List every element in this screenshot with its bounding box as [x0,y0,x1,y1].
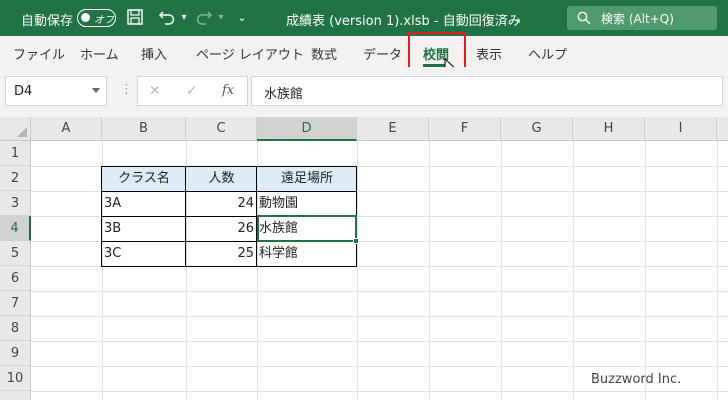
column-header-c[interactable]: C [186,117,257,141]
tab-file[interactable]: ファイル [13,44,65,63]
name-box[interactable]: D4 [5,76,107,106]
table-cell[interactable]: 24 [186,191,257,216]
row-header-5[interactable]: 5 [0,241,31,266]
active-cell-selection[interactable] [257,215,357,242]
column-header-b[interactable]: B [102,117,186,141]
row-header-3[interactable]: 3 [0,191,31,216]
search-placeholder: 検索 (Alt+Q) [601,12,674,26]
column-header-g[interactable]: G [501,117,573,141]
gridline [31,391,728,392]
cancel-icon[interactable]: ✕ [149,83,161,99]
autosave-label: 自動保存 [21,14,74,29]
gridline [717,141,718,400]
tab-page-layout[interactable]: ページ レイアウト [196,44,304,63]
row-header-9[interactable]: 9 [0,341,31,366]
table-cell[interactable]: 3C [102,241,186,266]
row-header-1[interactable]: 1 [0,141,31,166]
table-border [101,166,357,167]
column-header-f[interactable]: F [429,117,501,141]
spreadsheet-grid: A B C D E F G H I 1 2 3 4 5 6 7 8 9 10 ク… [0,117,728,400]
row-header-10[interactable]: 10 [0,366,31,391]
column-header-a[interactable]: A [31,117,102,141]
gridline [645,141,646,400]
formula-content: 水族館 [264,87,304,102]
watermark: Buzzword Inc. [591,372,682,387]
table-header-place[interactable]: 遠足場所 [257,166,357,191]
customize-toolbar-icon[interactable]: ⌄ [236,8,248,28]
gridline [429,141,430,400]
row-header-2[interactable]: 2 [0,166,31,191]
table-header-class[interactable]: クラス名 [102,166,186,191]
tab-home[interactable]: ホーム [80,44,119,63]
column-header-next[interactable] [717,117,728,141]
search-icon [577,11,591,25]
formula-bar-grip-icon[interactable]: ⋮ [120,82,133,97]
search-box[interactable]: 検索 (Alt+Q) [567,6,717,30]
gridline [31,316,728,317]
gridline [357,141,358,400]
name-box-dropdown-icon[interactable] [92,88,100,94]
table-cell[interactable]: 26 [186,216,257,241]
title-bar: 自動保存 オフ ▾ ▾ ⌄ 成績表 (version 1).xlsb - 自動回… [0,0,728,36]
redo-icon[interactable] [195,8,215,28]
autosave-toggle[interactable]: オフ [77,9,116,27]
table-border [101,266,357,267]
gridline [501,141,502,400]
tab-insert[interactable]: 挿入 [141,44,167,63]
undo-dropdown-icon[interactable]: ▾ [179,8,189,28]
gridline [31,366,728,367]
gridline [31,341,728,342]
formula-input[interactable]: 水族館 [251,76,723,106]
column-header-e[interactable]: E [357,117,429,141]
table-border [185,166,186,267]
name-box-value: D4 [14,84,33,99]
window-title: 成績表 (version 1).xlsb - 自動回復済み [286,14,521,29]
table-border [101,191,357,192]
row-header-11[interactable] [0,391,31,400]
table-header-count[interactable]: 人数 [186,166,257,191]
table-cell[interactable]: 3B [102,216,186,241]
tab-data[interactable]: データ [363,44,402,63]
row-header-6[interactable]: 6 [0,266,31,291]
select-all-corner[interactable] [0,117,31,141]
table-cell[interactable]: 3A [102,191,186,216]
tab-view[interactable]: 表示 [476,44,502,63]
table-border [101,166,102,267]
column-header-h[interactable]: H [573,117,645,141]
ribbon-tabs: ファイル ホーム 挿入 ページ レイアウト 数式 データ 校閲 表示 ヘルプ [0,36,728,67]
fill-handle[interactable] [353,238,359,244]
table-cell[interactable]: 動物園 [257,191,357,216]
row-header-7[interactable]: 7 [0,291,31,316]
tab-help[interactable]: ヘルプ [528,44,567,63]
column-header-d[interactable]: D [257,117,357,141]
row-header-4[interactable]: 4 [0,216,31,241]
title-dropdown-icon[interactable]: ⌄ [512,9,524,29]
row-header-8[interactable]: 8 [0,316,31,341]
table-cell[interactable]: 25 [186,241,257,266]
gridline [31,291,728,292]
insert-function-icon[interactable]: fx [222,83,234,98]
save-icon[interactable] [126,8,146,28]
column-header-i[interactable]: I [645,117,717,141]
tab-formulas[interactable]: 数式 [311,44,337,63]
table-cell[interactable]: 科学館 [257,241,357,266]
undo-icon[interactable] [158,8,178,28]
toggle-knob [81,13,90,22]
enter-icon[interactable]: ✓ [186,83,198,99]
gridline [573,141,574,400]
autosave-state: オフ [94,15,114,26]
redo-dropdown-icon[interactable]: ▾ [216,8,226,28]
